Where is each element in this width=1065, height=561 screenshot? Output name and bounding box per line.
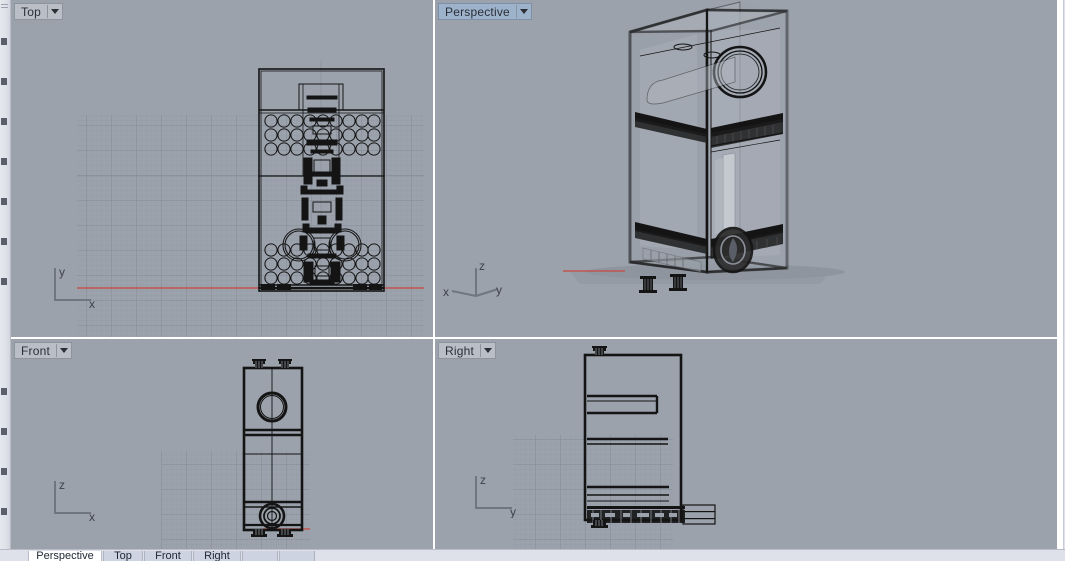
- toolbar-button-7[interactable]: [1, 278, 7, 285]
- viewport-top-canvas: [77, 60, 424, 337]
- toolbar-button-4[interactable]: [1, 158, 7, 165]
- tab-right[interactable]: Right: [193, 551, 241, 561]
- viewport-perspective-canvas: [563, 1, 845, 293]
- viewport-top[interactable]: Top y x: [11, 0, 433, 337]
- viewport-grid: Top y x Perspective z x y Front z x Righ…: [11, 0, 1064, 550]
- chevron-down-icon[interactable]: [517, 4, 531, 19]
- viewport-label-right-text: Right: [445, 343, 475, 358]
- toolbar-separator: [1, 7, 8, 8]
- viewport-label-perspective[interactable]: Perspective: [438, 3, 532, 20]
- tab-front[interactable]: Front: [144, 551, 192, 561]
- viewport-label-top[interactable]: Top: [14, 3, 63, 20]
- tab-extra-2[interactable]: [279, 551, 315, 561]
- side-toolbar[interactable]: [0, 0, 11, 550]
- toolbar-button-11[interactable]: [1, 508, 7, 515]
- tab-top[interactable]: Top: [103, 551, 143, 561]
- tab-perspective[interactable]: Perspective: [28, 551, 102, 561]
- viewport-perspective[interactable]: Perspective z x y: [435, 0, 1057, 337]
- toolbar-button-2[interactable]: [1, 78, 7, 85]
- toolbar-button-8[interactable]: [1, 388, 7, 395]
- rhino-main-window: Top y x Perspective z x y Front z x Righ…: [0, 0, 1065, 561]
- toolbar-button-3[interactable]: [1, 118, 7, 125]
- toolbar-button-5[interactable]: [1, 198, 7, 205]
- viewport-label-right[interactable]: Right: [438, 342, 497, 359]
- viewport-front[interactable]: Front z x: [11, 339, 433, 550]
- toolbar-button-1[interactable]: [1, 38, 7, 45]
- viewport-right-border: [1063, 0, 1064, 550]
- viewport-right-canvas: [513, 346, 716, 550]
- viewport-label-perspective-text: Perspective: [445, 4, 510, 19]
- viewport-label-front-text: Front: [21, 343, 51, 358]
- viewport-label-top-text: Top: [21, 4, 41, 19]
- tab-extra-1[interactable]: [242, 551, 278, 561]
- chevron-down-icon[interactable]: [57, 343, 71, 358]
- viewport-label-front[interactable]: Front: [14, 342, 73, 359]
- toolbar-button-9[interactable]: [1, 428, 7, 435]
- viewport-tab-bar[interactable]: Perspective Top Front Right: [0, 549, 1065, 561]
- viewport-right[interactable]: Right: [435, 339, 1057, 550]
- toolbar-button-10[interactable]: [1, 468, 7, 475]
- chevron-down-icon[interactable]: [48, 4, 62, 19]
- chevron-down-icon[interactable]: [481, 343, 495, 358]
- toolbar-separator: [1, 4, 8, 5]
- viewport-front-canvas: [161, 359, 310, 550]
- toolbar-button-6[interactable]: [1, 238, 7, 245]
